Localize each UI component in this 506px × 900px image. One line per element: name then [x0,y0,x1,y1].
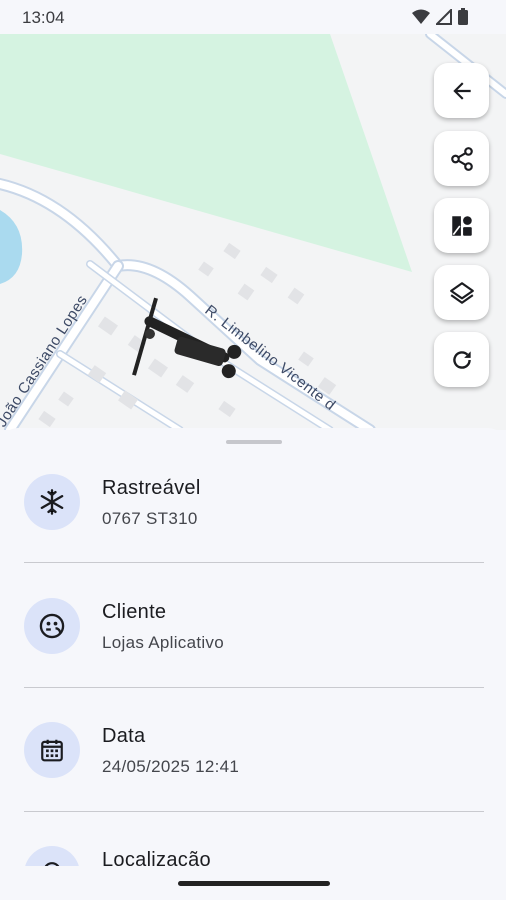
refresh-icon [452,350,471,369]
calendar-icon [41,739,63,762]
details-sheet: Rastreável 0767 ST310 Cliente Lojas Apli… [0,428,506,866]
arrow-back-icon [452,81,471,100]
item-icon-badge [24,474,80,530]
item-value: 24/05/2025 12:41 [102,757,240,776]
park-area [0,34,412,272]
map-view[interactable]: João Cassiano Lopes R. Limbelino Vicente… [0,34,506,430]
detail-item-trackable[interactable]: Rastreável 0767 ST310 [0,428,506,530]
status-bar: 13:04 [0,0,506,34]
home-gesture-handle[interactable] [178,881,330,886]
map-canvas: João Cassiano Lopes R. Limbelino Vicente… [0,34,506,430]
item-title: Localização [102,849,211,866]
item-icon-badge [24,846,80,866]
item-icon-badge [24,722,80,778]
map-style-button[interactable] [434,198,489,253]
back-button[interactable] [434,63,489,118]
layers-icon [449,281,474,304]
status-icons [412,8,468,25]
item-title: Cliente [102,601,167,623]
water-area [0,210,23,284]
item-value: 0767 ST310 [102,509,198,528]
wifi-icon [412,9,430,24]
item-title: Rastreável [102,477,201,499]
client-face-icon [39,613,65,639]
item-value: Lojas Aplicativo [102,633,224,652]
refresh-button[interactable] [434,332,489,387]
detail-item-location[interactable]: Localização [0,800,506,866]
battery-icon [458,8,468,25]
status-time: 13:04 [22,8,65,27]
snowflake-icon [40,489,64,515]
share-icon [450,146,473,171]
item-icon-badge [24,598,80,654]
layers-button[interactable] [434,265,489,320]
item-title: Data [102,725,146,747]
detail-item-client[interactable]: Cliente Lojas Aplicativo [0,552,506,654]
system-navigation-bar [0,866,506,900]
map-style-icon [451,215,472,236]
signal-icon [436,8,452,25]
detail-item-date[interactable]: Data 24/05/2025 12:41 [0,676,506,778]
share-button[interactable] [434,131,489,186]
